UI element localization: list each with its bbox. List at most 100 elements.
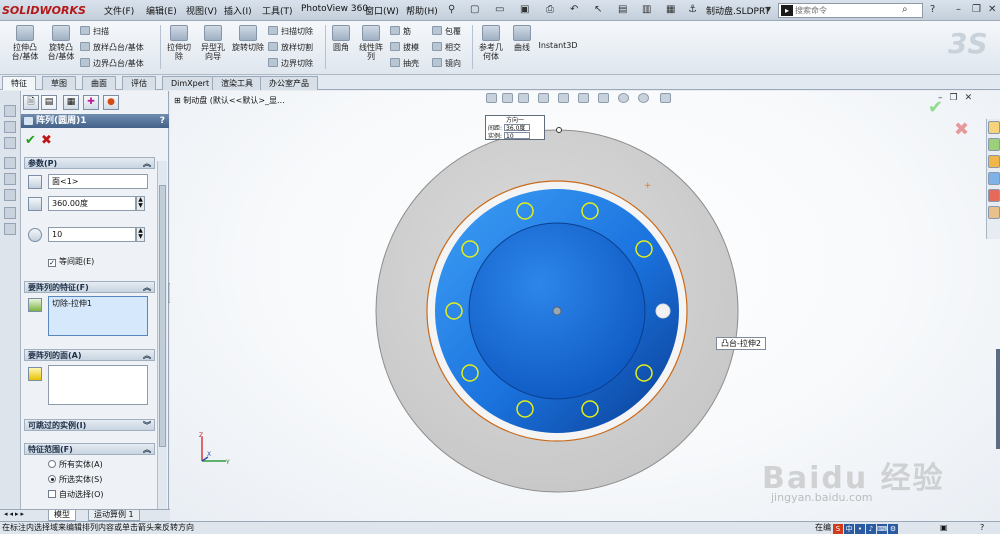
- all-bodies-radio[interactable]: 所有实体(A): [48, 460, 103, 470]
- feature-tree-tab-icon[interactable]: 🗎: [23, 95, 39, 110]
- ime-settings-icon[interactable]: ⚙: [888, 524, 898, 534]
- menu-edit[interactable]: 编辑(E): [146, 4, 177, 17]
- ime-mic-icon[interactable]: ♪: [866, 524, 876, 534]
- hole-wizard-button[interactable]: 异型孔向导: [198, 25, 228, 61]
- pin-icon[interactable]: ⚲: [448, 4, 455, 16]
- property-manager-scrollbar[interactable]: [157, 161, 167, 519]
- open-file-icon[interactable]: ▭: [495, 4, 504, 16]
- extrude-boss-button[interactable]: 拉伸凸台/基体: [8, 25, 42, 61]
- wrap-button[interactable]: 包覆: [432, 26, 461, 37]
- save-icon[interactable]: ▣: [520, 4, 529, 16]
- selected-bodies-radio[interactable]: 所选实体(S): [48, 475, 102, 485]
- arc-tool-icon[interactable]: [4, 189, 16, 201]
- trim-tool-icon[interactable]: [4, 223, 16, 235]
- boundary-boss-button[interactable]: 边界凸台/基体: [80, 58, 144, 69]
- callout-spacing-value[interactable]: 36.0度: [504, 124, 531, 132]
- equal-spacing-checkbox[interactable]: ✓ 等间距(E): [48, 257, 94, 267]
- cancel-x-icon[interactable]: ✖: [41, 133, 52, 148]
- feature-scope-header[interactable]: 特征范围(F) ︽: [24, 443, 155, 455]
- ime-punctuation-icon[interactable]: •: [855, 524, 865, 534]
- angle-spinner[interactable]: ▲ ▼: [136, 196, 145, 211]
- sketch-tool-icon[interactable]: [4, 105, 16, 117]
- feature-tag-label[interactable]: 凸台-拉伸2: [716, 337, 766, 350]
- fillet-button[interactable]: 圆角: [328, 25, 354, 52]
- features-to-pattern-header[interactable]: 要阵列的特征(F) ︽: [24, 281, 155, 293]
- spline-tool-icon[interactable]: [4, 207, 16, 219]
- instant3d-button[interactable]: Instant3D: [538, 41, 578, 50]
- appearances-icon[interactable]: [988, 206, 1000, 219]
- tab-evaluate[interactable]: 评估: [122, 76, 156, 90]
- tab-surfaces[interactable]: 曲面: [82, 76, 116, 90]
- anchor-icon[interactable]: ⚓: [688, 4, 697, 16]
- draft-button[interactable]: 拔模: [390, 42, 419, 53]
- features-selection-list[interactable]: 切除-拉伸1: [48, 296, 148, 336]
- confirm-cancel-icon[interactable]: ✖: [954, 119, 969, 140]
- undo-icon[interactable]: ↶: [570, 4, 578, 16]
- search-input[interactable]: [795, 5, 903, 16]
- config-manager-tab-icon[interactable]: ▦: [63, 95, 79, 110]
- pattern-axis-field[interactable]: 面<1>: [48, 174, 148, 189]
- extrude-cut-button[interactable]: 拉伸切除: [164, 25, 194, 61]
- curves-button[interactable]: 曲线: [510, 25, 534, 52]
- tab-office-products[interactable]: 办公室产品: [260, 76, 318, 90]
- close-icon[interactable]: ✕: [988, 4, 996, 16]
- search-results-icon[interactable]: [988, 172, 1000, 185]
- ime-chinese-icon[interactable]: 中: [844, 524, 854, 534]
- ok-check-icon[interactable]: ✔: [25, 133, 36, 148]
- auto-select-checkbox[interactable]: 自动选择(O): [48, 490, 104, 500]
- rib-button[interactable]: 筋: [390, 26, 411, 37]
- tab-model[interactable]: 模型: [48, 510, 76, 521]
- property-manager-tab-icon[interactable]: ▤: [41, 95, 57, 110]
- boundary-cut-button[interactable]: 边界切除: [268, 58, 313, 69]
- linear-pattern-button[interactable]: 线性阵列: [357, 25, 385, 61]
- home-icon[interactable]: [988, 121, 1000, 134]
- tab-motion-study[interactable]: 运动算例 1: [88, 510, 140, 521]
- display-manager-tab-icon[interactable]: ●: [103, 95, 119, 110]
- parameters-group-header[interactable]: 参数(P) ︽: [24, 157, 155, 169]
- dropdown-arrow-icon[interactable]: ▾: [766, 4, 771, 16]
- skip-instances-header[interactable]: 可跳过的实例(I) ︾: [24, 419, 155, 431]
- search-icon[interactable]: ⌕: [902, 4, 908, 16]
- instances-input[interactable]: 10: [48, 227, 136, 242]
- help-status-icon[interactable]: ?: [980, 522, 984, 534]
- graphics-area[interactable]: ⊞ 制动盘 (默认<<默认>_显... –❐✕ + 方向一 间距: 36.0度 …: [170, 91, 1000, 521]
- menu-file[interactable]: 文件(F): [104, 4, 134, 17]
- revolve-boss-button[interactable]: 旋转凸台/基体: [44, 25, 78, 61]
- tab-dimxpert[interactable]: DimXpert: [162, 76, 219, 90]
- menu-insert[interactable]: 插入(I): [224, 4, 252, 17]
- ime-toolbar[interactable]: S 中 • ♪ ⌨ ⚙: [833, 523, 901, 534]
- ime-keyboard-icon[interactable]: ⌨: [877, 524, 887, 534]
- angle-input[interactable]: 360.00度: [48, 196, 136, 211]
- faces-to-pattern-header[interactable]: 要阵列的面(A) ︽: [24, 349, 155, 361]
- help-icon[interactable]: ?: [930, 4, 935, 16]
- status-icon[interactable]: ▣: [940, 522, 948, 534]
- smart-dimension-icon[interactable]: [4, 121, 16, 133]
- tab-nav-arrows-icon[interactable]: ◂◂▸▸: [4, 510, 26, 518]
- menu-help[interactable]: 帮助(H): [406, 4, 438, 17]
- reference-geometry-button[interactable]: 参考几何体: [476, 25, 506, 61]
- menu-photoview[interactable]: PhotoView 360: [301, 4, 368, 14]
- restore-icon[interactable]: ❐: [972, 4, 981, 16]
- ime-logo-icon[interactable]: S: [833, 524, 843, 534]
- tab-render-tools[interactable]: 渲染工具: [212, 76, 262, 90]
- callout-handle[interactable]: [556, 127, 562, 133]
- seed-hole[interactable]: [655, 303, 671, 319]
- minimize-icon[interactable]: –: [956, 4, 961, 16]
- scrollbar-thumb[interactable]: [159, 185, 166, 447]
- dimxpert-tab-icon[interactable]: ✚: [83, 95, 99, 110]
- help-button[interactable]: ?: [160, 114, 165, 128]
- loft-boss-button[interactable]: 放样凸台/基体: [80, 42, 144, 53]
- swept-cut-button[interactable]: 扫描切除: [268, 26, 313, 37]
- faces-selection-list[interactable]: [48, 365, 148, 405]
- mirror-button[interactable]: 镜向: [432, 58, 461, 69]
- select-arrow-icon[interactable]: ↖: [594, 4, 602, 16]
- shell-button[interactable]: 抽壳: [390, 58, 419, 69]
- line-tool-icon[interactable]: [4, 137, 16, 149]
- instances-spinner[interactable]: ▲ ▼: [136, 227, 145, 242]
- menu-tools[interactable]: 工具(T): [262, 4, 293, 17]
- callout-count-value[interactable]: 10: [504, 132, 531, 140]
- design-library-icon[interactable]: [988, 138, 1000, 151]
- selected-feature-item[interactable]: 切除-拉伸1: [52, 299, 92, 308]
- new-document-icon[interactable]: ▢: [470, 4, 479, 16]
- rebuild-icon[interactable]: ▤: [618, 4, 627, 16]
